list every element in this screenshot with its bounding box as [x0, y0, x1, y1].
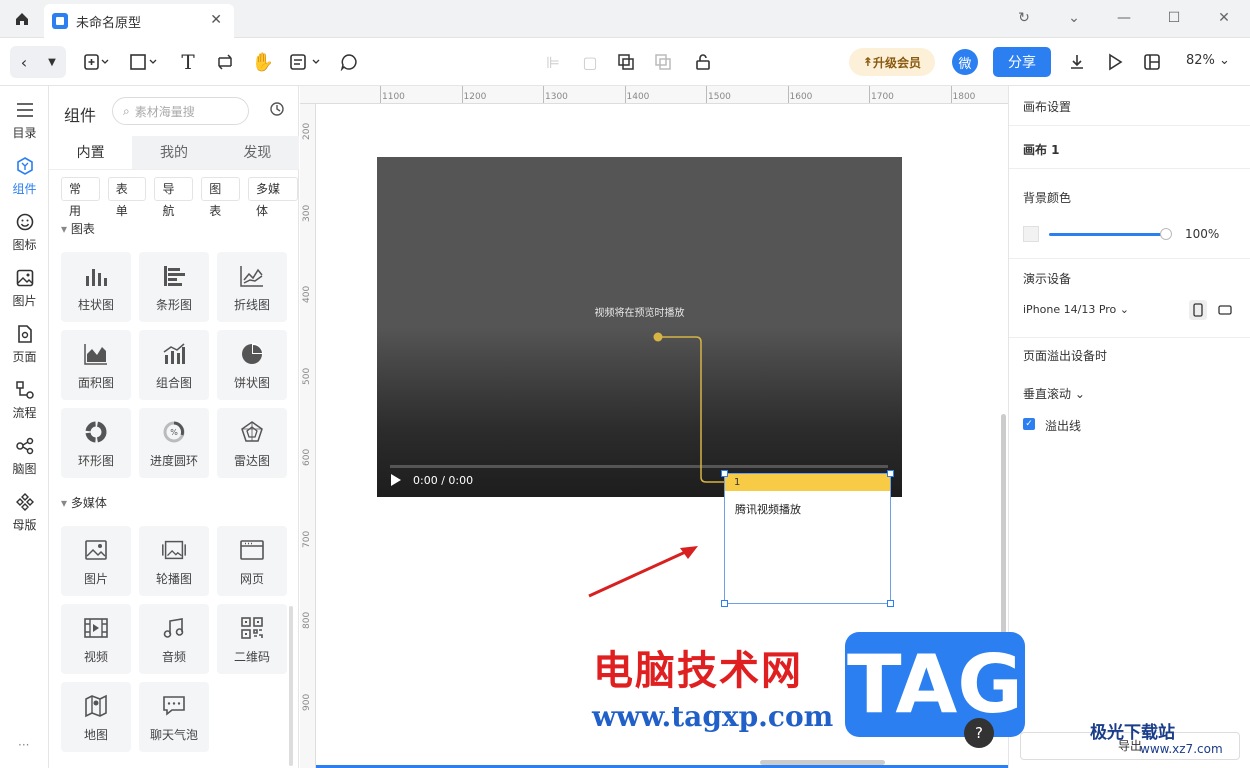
device-value: iPhone 14/13 Pro	[1023, 303, 1117, 316]
opacity-slider[interactable]	[1049, 233, 1165, 236]
divider	[1009, 337, 1250, 338]
scroll-select[interactable]: 垂直滚动 ⌄	[1023, 385, 1085, 402]
help-icon[interactable]: ?	[964, 718, 994, 748]
resize-handle-tr[interactable]	[887, 470, 894, 477]
note-text[interactable]: 腾讯视频播放	[725, 491, 890, 527]
opacity-slider-knob[interactable]	[1160, 228, 1172, 240]
bg-color-swatch[interactable]	[1023, 226, 1039, 242]
canvas-name[interactable]: 画布 1	[1023, 141, 1060, 158]
canvas-settings-title: 画布设置	[1023, 100, 1072, 114]
watermark-tag-logo: TAG	[845, 632, 1025, 737]
device-title: 演示设备	[1023, 272, 1072, 286]
overflow-title: 页面溢出设备时	[1023, 349, 1108, 363]
device-select[interactable]: iPhone 14/13 Pro ⌄	[1023, 303, 1129, 316]
watermark-site: 极光下载站	[1090, 723, 1175, 743]
properties-panel: 画布设置 画布 1 背景颜色 100% 演示设备 iPhone 14/13 Pr…	[1008, 86, 1250, 768]
watermark-url: www.tagxp.com	[592, 700, 834, 733]
divider	[1009, 125, 1250, 126]
resize-handle-tl[interactable]	[721, 470, 728, 477]
canvas-vscrollbar[interactable]	[1001, 414, 1006, 664]
opacity-value: 100%	[1185, 227, 1220, 241]
overflow-line-label: 溢出线	[1045, 419, 1082, 433]
divider	[1009, 258, 1250, 259]
scroll-value: 垂直滚动	[1023, 387, 1072, 401]
divider	[1009, 168, 1250, 169]
bg-color-label: 背景颜色	[1023, 191, 1072, 205]
portrait-icon[interactable]	[1189, 300, 1207, 320]
overflow-line-checkbox[interactable]: ✓	[1023, 418, 1035, 430]
watermark-site-url: www.xz7.com	[1140, 742, 1223, 756]
resize-handle-br[interactable]	[887, 600, 894, 607]
annotation-note[interactable]: 1 腾讯视频播放	[724, 473, 891, 604]
watermark-cn: 电脑技术网	[593, 648, 803, 694]
resize-handle-bl[interactable]	[721, 600, 728, 607]
landscape-icon[interactable]	[1216, 300, 1234, 320]
note-number: 1	[725, 474, 890, 491]
